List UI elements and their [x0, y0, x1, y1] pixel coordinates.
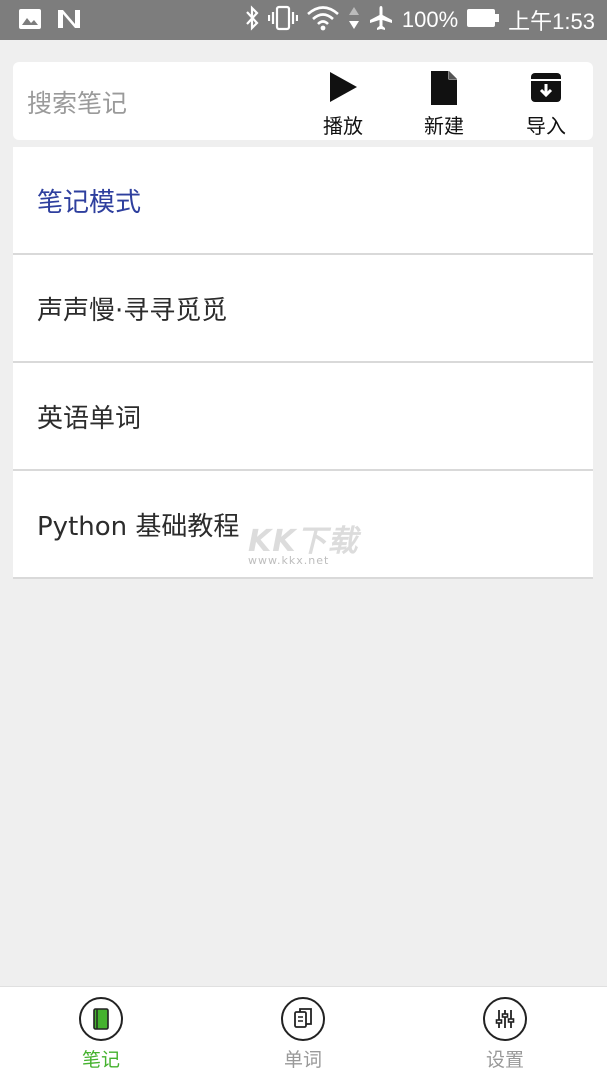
- wifi-icon: [306, 5, 340, 35]
- note-title: 笔记模式: [37, 187, 142, 218]
- battery-percent: 100%: [401, 7, 459, 32]
- note-title: Python 基础教程: [37, 511, 240, 542]
- bluetooth-icon: [244, 5, 260, 35]
- image-icon: [18, 8, 42, 34]
- sliders-icon: [483, 997, 527, 1041]
- nav-settings[interactable]: 设置: [460, 997, 550, 1072]
- notebook-icon: [79, 997, 123, 1041]
- nav-label: 设置: [485, 1049, 524, 1071]
- archive-icon: [511, 70, 581, 106]
- bottom-nav: 笔记 单词 设置: [0, 986, 607, 1081]
- new-note-button[interactable]: 新建: [409, 70, 479, 138]
- import-button[interactable]: 导入: [511, 70, 581, 138]
- watermark: KK下载 www.kkx.net: [234, 516, 364, 572]
- new-file-icon: [409, 70, 479, 106]
- list-item[interactable]: 声声慢·寻寻觅觅: [13, 255, 593, 363]
- note-title: 英语单词: [37, 403, 142, 434]
- play-button[interactable]: 播放: [308, 70, 378, 138]
- battery-icon: [466, 8, 500, 32]
- copy-icon: [281, 997, 325, 1041]
- note-title: 声声慢·寻寻觅觅: [37, 295, 228, 326]
- nav-label: 单词: [283, 1049, 322, 1071]
- status-bar: 100% 上午1:53: [0, 0, 607, 40]
- nav-label: 笔记: [81, 1049, 120, 1071]
- nav-words[interactable]: 单词: [258, 997, 348, 1072]
- search-input[interactable]: 搜索笔记: [27, 84, 127, 120]
- n-icon: [56, 8, 82, 34]
- clock: 上午1:53: [508, 9, 595, 34]
- list-item[interactable]: 英语单词: [13, 363, 593, 471]
- airplane-icon: [368, 5, 394, 35]
- new-label: 新建: [424, 114, 464, 138]
- list-item[interactable]: 笔记模式: [13, 147, 593, 255]
- play-icon: [308, 70, 378, 106]
- watermark-url: www.kkx.net: [248, 554, 330, 567]
- vibrate-icon: [267, 5, 298, 35]
- data-arrows-icon: [348, 5, 360, 35]
- note-list: 笔记模式 声声慢·寻寻觅觅 英语单词 Python 基础教程: [13, 147, 593, 579]
- search-toolbar: 搜索笔记 播放 新建 导入: [13, 62, 593, 140]
- play-label: 播放: [323, 114, 363, 138]
- import-label: 导入: [526, 114, 566, 138]
- nav-notes[interactable]: 笔记: [56, 997, 146, 1072]
